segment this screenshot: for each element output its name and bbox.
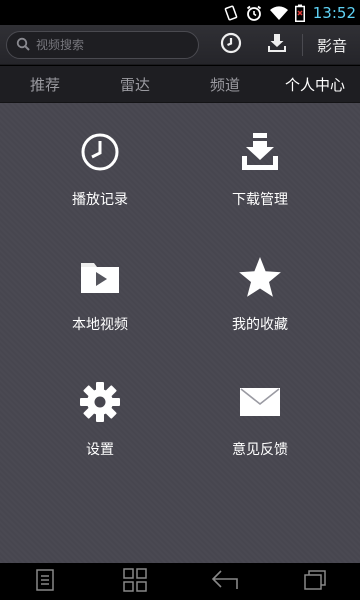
system-nav-bar	[0, 563, 360, 600]
star-icon	[236, 253, 284, 301]
settings-label: 设置	[86, 442, 114, 458]
gear-icon	[76, 378, 124, 426]
cinema-button[interactable]: 影音	[310, 30, 354, 60]
tab-personal-center[interactable]: 个人中心	[270, 66, 360, 102]
download-manager-label: 下载管理	[232, 192, 288, 208]
back-button[interactable]	[180, 563, 270, 600]
back-icon	[211, 569, 239, 595]
home-grid-icon	[122, 567, 148, 596]
feedback-item[interactable]: 意见反馈	[180, 378, 340, 478]
download-manager-item[interactable]: 下载管理	[180, 128, 340, 228]
search-icon	[7, 36, 30, 55]
tab-radar[interactable]: 雷达	[90, 66, 180, 102]
tab-recommend[interactable]: 推荐	[0, 66, 90, 102]
rotate-icon	[223, 5, 239, 21]
status-bar: 13:52	[0, 0, 360, 25]
recent-apps-button[interactable]	[270, 563, 360, 600]
toolbar-divider	[302, 34, 303, 56]
search-input[interactable]	[36, 38, 186, 52]
download-icon	[266, 32, 288, 58]
history-button[interactable]	[216, 30, 246, 60]
tab-channel[interactable]: 频道	[180, 66, 270, 102]
personal-center-grid: 播放记录 下载管理 本地视频 我的收藏 设置 意见反馈	[0, 103, 360, 563]
local-video-item[interactable]: 本地视频	[20, 253, 180, 353]
clock-time: 13:52	[312, 3, 356, 22]
recent-apps-icon	[303, 569, 327, 595]
status-icons: 13:52	[223, 0, 356, 25]
my-favorites-item[interactable]: 我的收藏	[180, 253, 340, 353]
mail-envelope-icon	[236, 378, 284, 426]
download-button[interactable]	[262, 30, 292, 60]
menu-icon	[35, 568, 55, 596]
download-tray-icon	[236, 128, 284, 176]
play-history-label: 播放记录	[72, 192, 128, 208]
local-video-label: 本地视频	[72, 317, 128, 333]
wifi-icon	[269, 5, 289, 21]
feedback-label: 意见反馈	[232, 442, 288, 458]
play-history-item[interactable]: 播放记录	[20, 128, 180, 228]
battery-empty-icon	[294, 4, 305, 22]
menu-button[interactable]	[0, 563, 90, 600]
local-video-folder-icon	[76, 253, 124, 301]
history-clock-icon	[219, 31, 243, 59]
alarm-icon	[245, 4, 263, 22]
tab-bar: 推荐 雷达 频道 个人中心	[0, 66, 360, 103]
search-box[interactable]	[6, 31, 199, 59]
settings-item[interactable]: 设置	[20, 378, 180, 478]
home-button[interactable]	[90, 563, 180, 600]
my-favorites-label: 我的收藏	[232, 317, 288, 333]
history-clock-icon	[76, 128, 124, 176]
top-toolbar: 影音	[0, 25, 360, 65]
